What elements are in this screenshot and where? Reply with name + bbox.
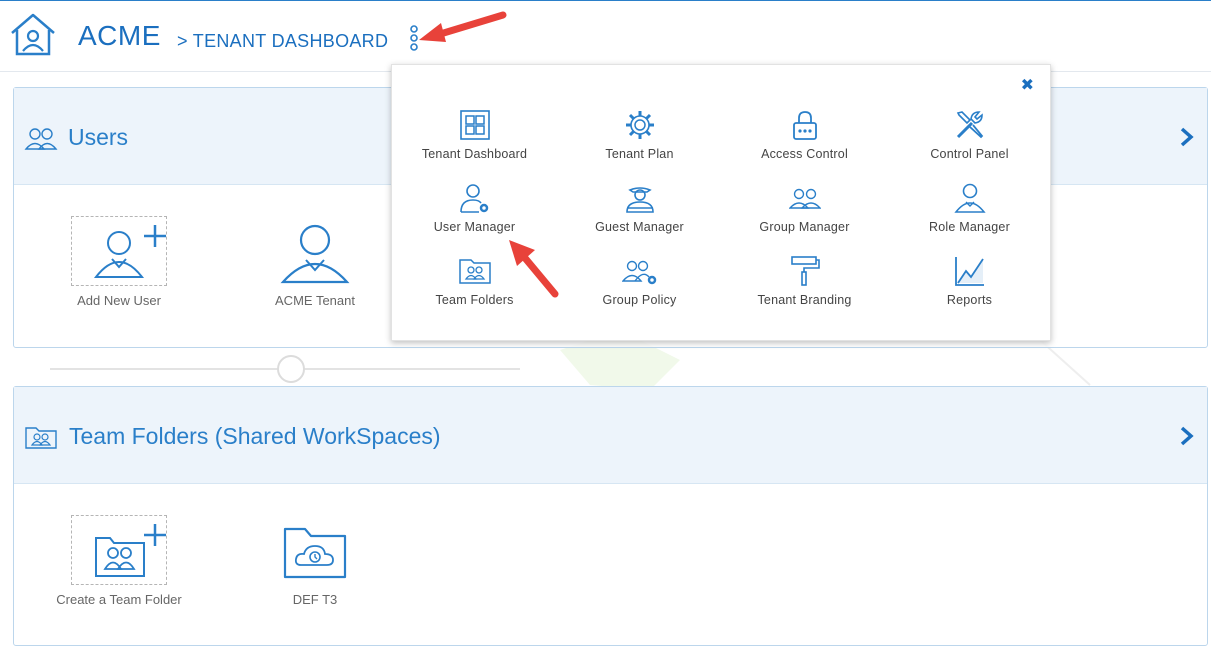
annotation-arrow — [509, 240, 559, 298]
tools-icon — [956, 111, 983, 139]
menu-item-control-panel[interactable]: Control Panel — [887, 109, 1052, 161]
menu-item-label: Guest Manager — [595, 220, 684, 234]
menu-item-label: Reports — [946, 293, 993, 307]
menu-item-label: Tenant Plan — [605, 147, 674, 161]
tenant-menu-popup: ✖ Tenant Dashboard Tenant Plan Access Co… — [391, 64, 1051, 341]
lock-icon — [792, 111, 817, 140]
chart-icon — [954, 257, 984, 286]
menu-item-group-policy[interactable]: Group Policy — [557, 255, 722, 307]
add-new-user-tile[interactable]: Add New User — [34, 216, 204, 308]
guest-icon — [625, 187, 654, 213]
home-icon[interactable] — [9, 12, 57, 56]
menu-item-tenant-dashboard[interactable]: Tenant Dashboard — [392, 109, 557, 161]
team-folders-card: Team Folders (Shared WorkSpaces) Create … — [13, 386, 1208, 646]
menu-item-user-manager[interactable]: User Manager — [392, 182, 557, 234]
menu-item-group-manager[interactable]: Group Manager — [722, 182, 887, 234]
gear-icon — [625, 111, 654, 139]
group-gear-icon — [621, 260, 656, 285]
create-team-folder-tile[interactable]: Create a Team Folder — [34, 515, 204, 607]
menu-item-label: Group Policy — [602, 293, 677, 307]
menu-item-role-manager[interactable]: Role Manager — [887, 182, 1052, 234]
chevron-right-icon[interactable] — [1179, 425, 1195, 447]
close-icon[interactable]: ✖ — [1021, 75, 1034, 95]
acme-tenant-tile[interactable]: ACME Tenant — [230, 216, 400, 308]
def-t3-tile[interactable]: DEF T3 — [230, 515, 400, 607]
user-gear-icon — [459, 184, 488, 213]
menu-item-label: Access Control — [761, 147, 848, 161]
team-folders-card-header[interactable]: Team Folders (Shared WorkSpaces) — [14, 387, 1207, 484]
menu-item-label: Tenant Branding — [757, 293, 852, 307]
add-folder-icon — [71, 515, 167, 585]
users-title: Users — [68, 124, 129, 150]
tile-label: DEF T3 — [292, 592, 338, 607]
role-icon — [953, 183, 986, 213]
menu-item-label: Role Manager — [929, 220, 1010, 234]
team-folders-title: Team Folders (Shared WorkSpaces) — [69, 423, 441, 449]
tile-label: Add New User — [77, 293, 161, 308]
tenant-brand[interactable]: ACME — [78, 20, 161, 52]
group-icon — [788, 188, 821, 209]
menu-item-tenant-branding[interactable]: Tenant Branding — [722, 255, 887, 307]
cloud-folder-icon — [267, 515, 363, 585]
menu-item-reports[interactable]: Reports — [887, 255, 1052, 307]
menu-item-label: User Manager — [433, 220, 516, 234]
tile-label: ACME Tenant — [275, 293, 355, 308]
user-icon — [267, 216, 363, 286]
team-folder-icon — [25, 427, 57, 449]
team-folder-icon — [458, 259, 491, 284]
menu-item-guest-manager[interactable]: Guest Manager — [557, 182, 722, 234]
menu-item-label: Group Manager — [759, 220, 850, 234]
annotation-arrow — [419, 11, 507, 42]
menu-item-label: Tenant Dashboard — [421, 147, 528, 161]
dashboard-icon — [459, 110, 490, 140]
users-icon — [24, 128, 58, 150]
menu-item-label: Control Panel — [930, 147, 1009, 161]
menu-item-access-control[interactable]: Access Control — [722, 109, 887, 161]
menu-item-tenant-plan[interactable]: Tenant Plan — [557, 109, 722, 161]
top-header: ACME > TENANT DASHBOARD — [0, 0, 1211, 72]
add-user-icon — [71, 216, 167, 286]
breadcrumb[interactable]: > TENANT DASHBOARD — [177, 31, 388, 52]
chevron-right-icon[interactable] — [1179, 126, 1195, 148]
tile-label: Create a Team Folder — [56, 592, 182, 607]
paint-roller-icon — [790, 256, 820, 286]
